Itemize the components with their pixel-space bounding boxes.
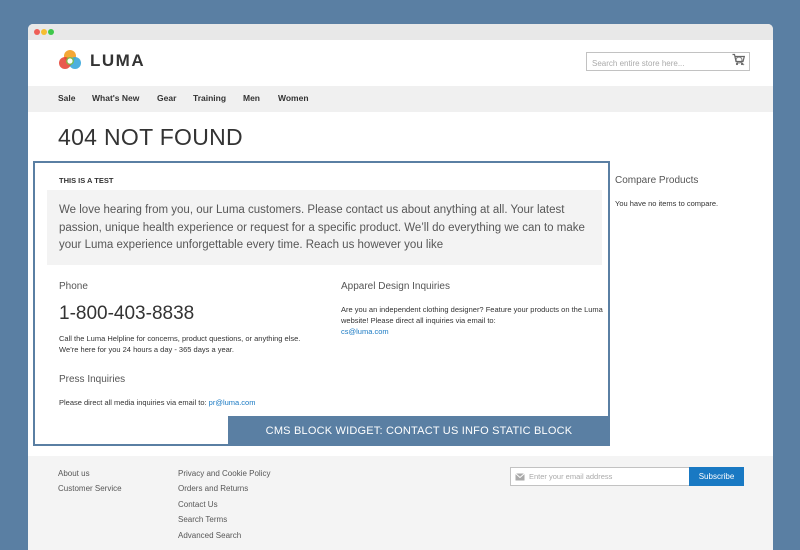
- widget-label-banner: CMS BLOCK WIDGET: CONTACT US INFO STATIC…: [228, 416, 610, 446]
- footer-link-about-us[interactable]: About us: [58, 469, 90, 478]
- maximize-window-dot[interactable]: [48, 29, 54, 35]
- compare-empty-message: You have no items to compare.: [615, 199, 719, 208]
- nav-item-whats-new[interactable]: What's New: [92, 93, 139, 103]
- page-title: 404 NOT FOUND: [58, 124, 243, 150]
- minimize-window-dot[interactable]: [41, 29, 47, 35]
- intro-text: We love hearing from you, our Luma custo…: [47, 190, 602, 265]
- press-email-link[interactable]: pr@luma.com: [209, 398, 256, 407]
- widget-heading: THIS IS A TEST: [59, 176, 114, 185]
- press-description: Please direct all media inquiries via em…: [59, 397, 359, 408]
- site-logo[interactable]: LUMA: [58, 49, 145, 73]
- search-input[interactable]: [587, 55, 727, 72]
- nav-item-gear[interactable]: Gear: [157, 93, 176, 103]
- phone-number: 1-800-403-8838: [59, 303, 195, 324]
- apparel-description: Are you an independent clothing designer…: [341, 304, 603, 337]
- apparel-text: Are you an independent clothing designer…: [341, 305, 603, 325]
- main-nav: Sale What's New Gear Training Men Women: [28, 86, 773, 112]
- footer-link-search-terms[interactable]: Search Terms: [178, 515, 227, 524]
- brand-name: LUMA: [90, 51, 146, 70]
- cart-icon[interactable]: [732, 53, 745, 66]
- nav-item-women[interactable]: Women: [278, 93, 309, 103]
- footer-link-orders-returns[interactable]: Orders and Returns: [178, 484, 248, 493]
- press-text: Please direct all media inquiries via em…: [59, 398, 209, 407]
- phone-description: Call the Luma Helpline for concerns, pro…: [59, 334, 301, 354]
- press-title: Press Inquiries: [59, 374, 126, 385]
- newsletter-email-input[interactable]: [529, 468, 687, 485]
- luma-logo-icon: [59, 50, 81, 69]
- cms-block-widget: THIS IS A TEST We love hearing from you,…: [33, 161, 610, 446]
- nav-item-training[interactable]: Training: [193, 93, 226, 103]
- footer-link-contact-us[interactable]: Contact Us: [178, 500, 218, 509]
- search-box: [586, 52, 750, 72]
- footer-link-privacy[interactable]: Privacy and Cookie Policy: [178, 469, 270, 478]
- nav-item-sale[interactable]: Sale: [58, 93, 76, 103]
- browser-window: LUMA Sale What's New Gear Training Men W…: [28, 24, 773, 550]
- site-header: LUMA: [28, 40, 773, 86]
- apparel-title: Apparel Design Inquiries: [341, 281, 450, 292]
- phone-title: Phone: [59, 281, 88, 292]
- site-footer: About us Customer Service Privacy and Co…: [28, 456, 773, 550]
- envelope-icon: [515, 473, 525, 481]
- subscribe-button[interactable]: Subscribe: [689, 467, 744, 486]
- compare-products-title: Compare Products: [615, 175, 699, 186]
- apparel-email-link[interactable]: cs@luma.com: [341, 327, 389, 336]
- close-window-dot[interactable]: [34, 29, 40, 35]
- nav-item-men[interactable]: Men: [243, 93, 260, 103]
- window-titlebar: [28, 24, 773, 40]
- newsletter-box: [510, 467, 690, 486]
- footer-link-advanced-search[interactable]: Advanced Search: [178, 531, 241, 540]
- footer-link-customer-service[interactable]: Customer Service: [58, 484, 122, 493]
